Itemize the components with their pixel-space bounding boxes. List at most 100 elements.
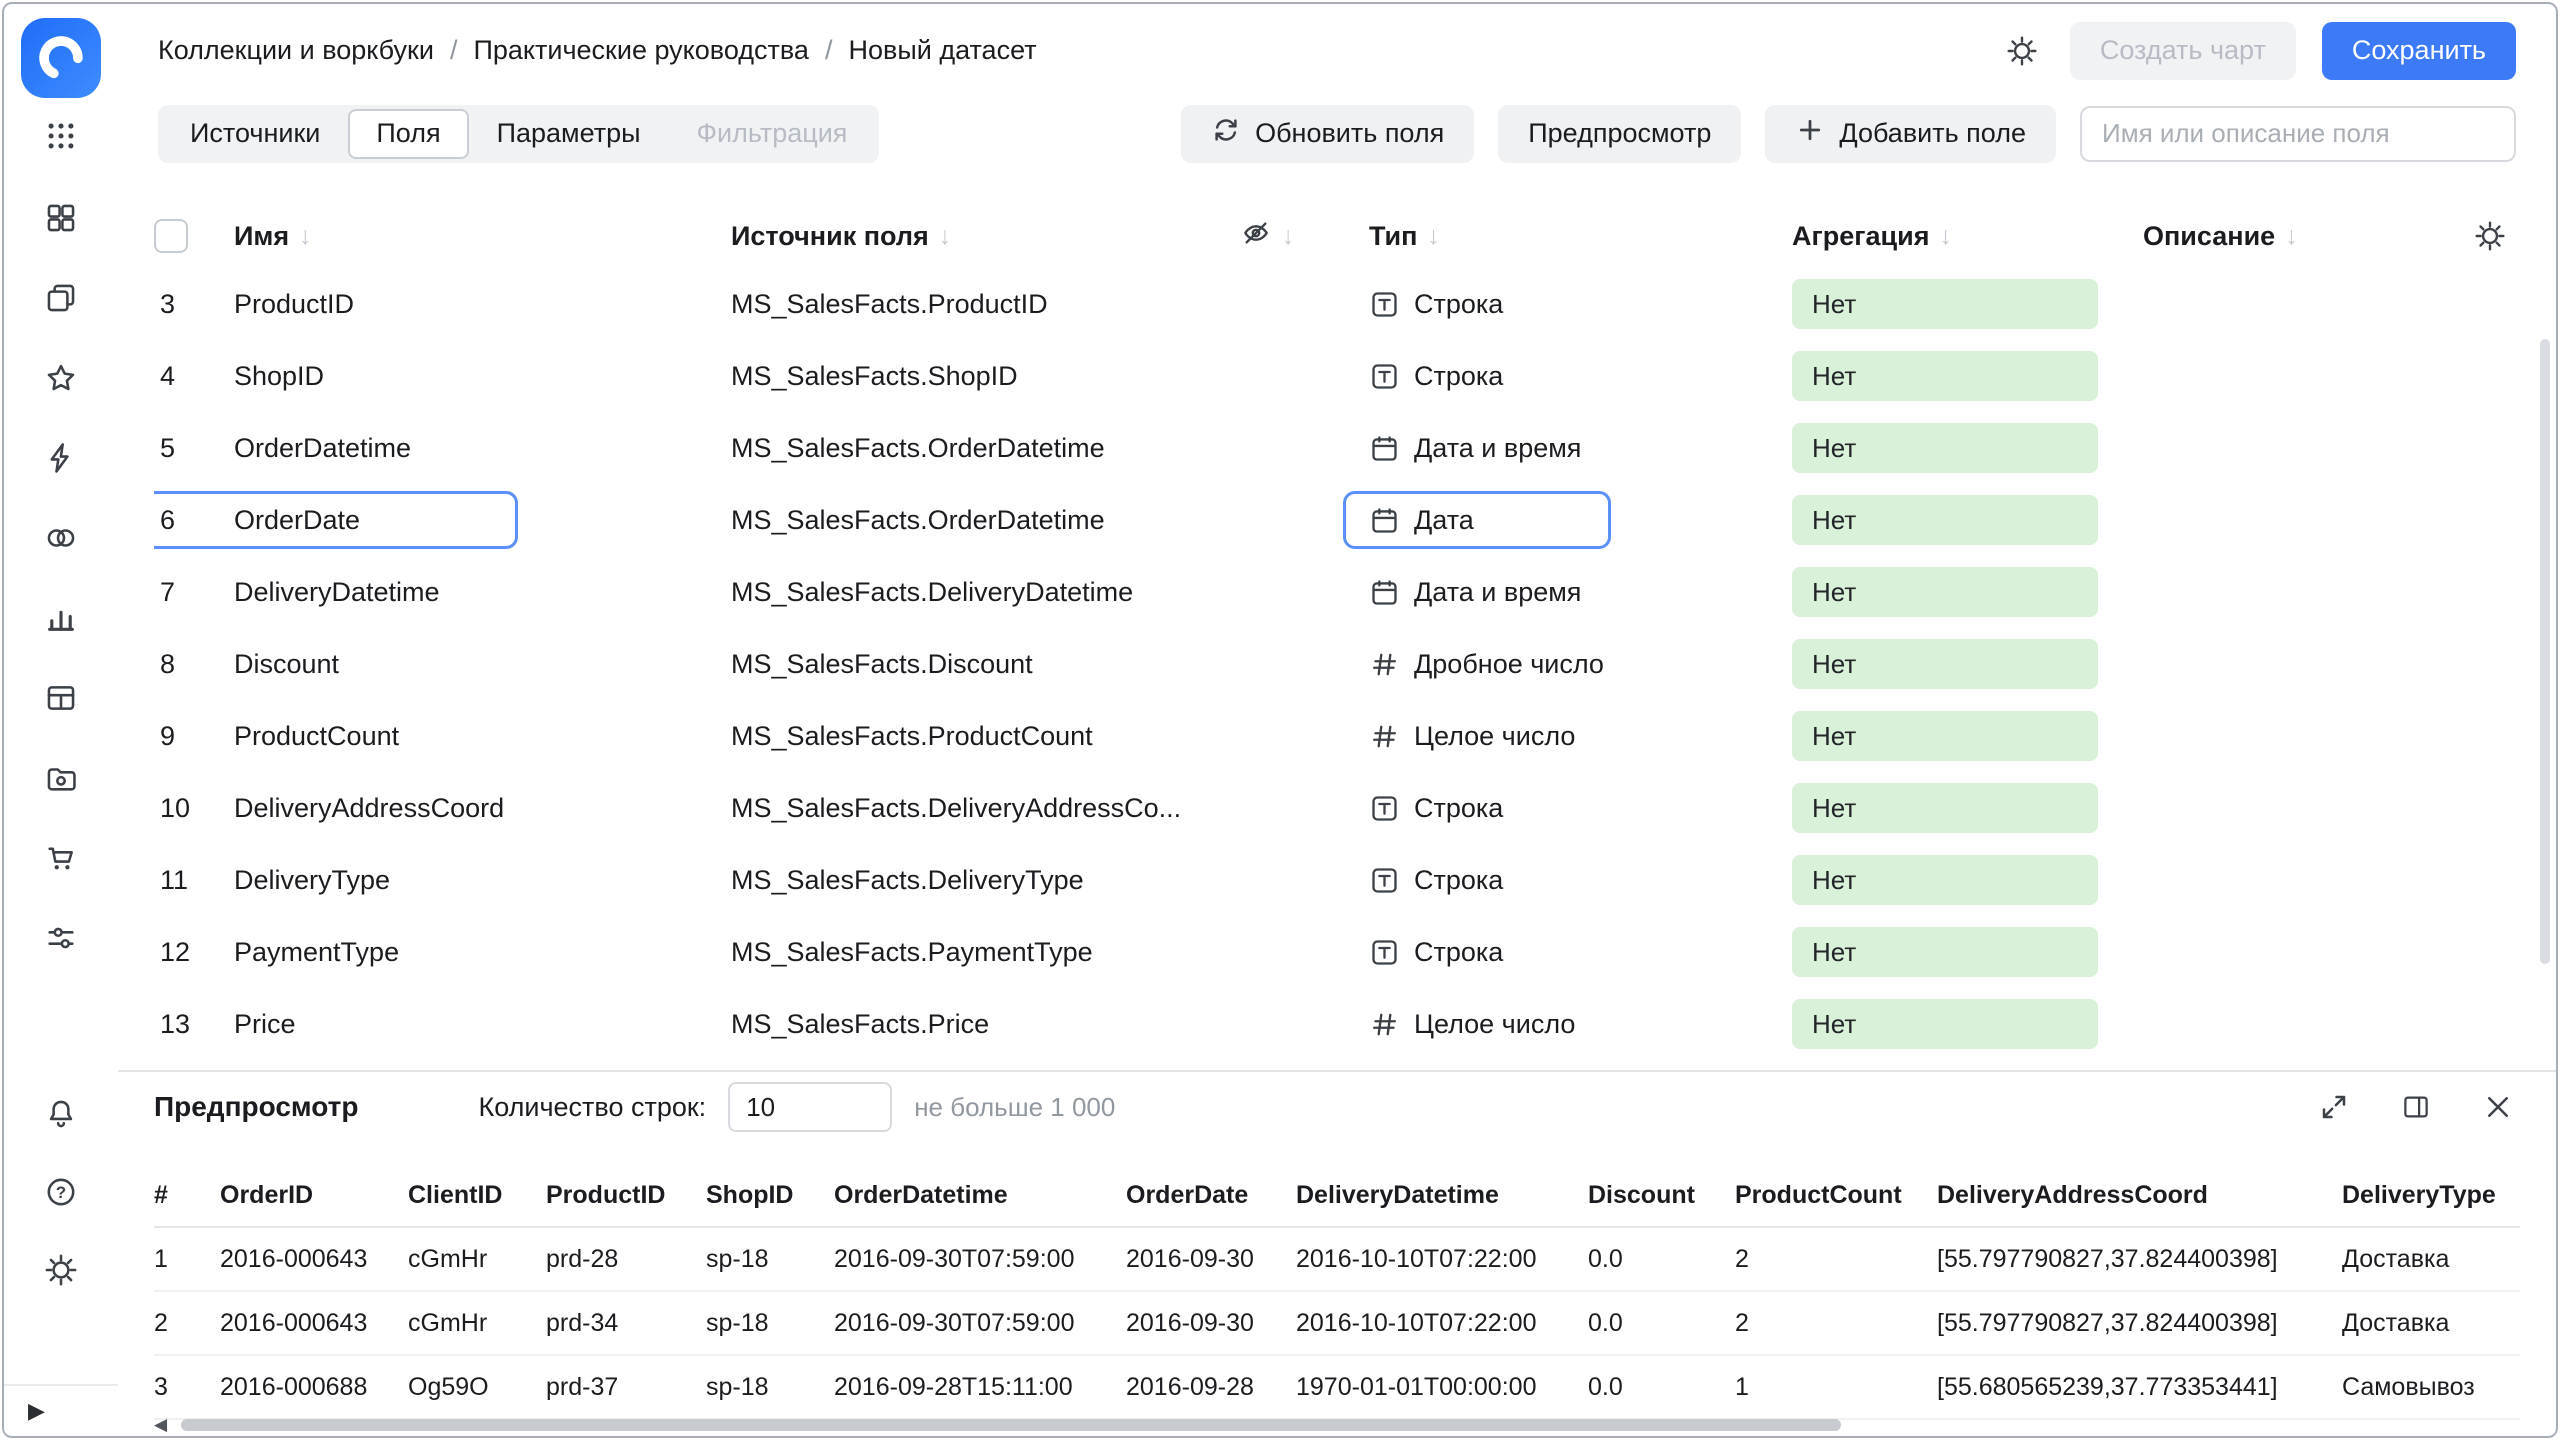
field-source[interactable]: MS_SalesFacts.DeliveryAddressCo... xyxy=(731,793,1240,824)
gallery-icon[interactable] xyxy=(43,760,79,796)
aggregation-select[interactable]: Нет xyxy=(1792,711,2098,761)
scroll-left-icon[interactable]: ◀ xyxy=(154,1415,167,1435)
sort-icon[interactable]: ↓ xyxy=(1282,222,1295,251)
column-header-type[interactable]: Тип↓ xyxy=(1369,221,1792,252)
field-name[interactable]: OrderDatetime xyxy=(214,433,731,464)
field-type[interactable]: Дата и время xyxy=(1369,577,1792,608)
column-header-visibility[interactable]: ↓ xyxy=(1240,217,1369,256)
column-header-source[interactable]: Источник поля↓ xyxy=(731,221,1240,252)
sort-icon[interactable]: ↓ xyxy=(1427,222,1440,251)
tab-sources[interactable]: Источники xyxy=(162,109,348,159)
field-source[interactable]: MS_SalesFacts.ProductCount xyxy=(731,721,1240,752)
tab-fields[interactable]: Поля xyxy=(348,109,468,159)
settings-gear-icon[interactable] xyxy=(43,1252,79,1288)
field-source[interactable]: MS_SalesFacts.OrderDatetime xyxy=(731,433,1240,464)
field-source[interactable]: MS_SalesFacts.OrderDatetime xyxy=(731,505,1240,536)
field-type[interactable]: Строка xyxy=(1369,289,1792,320)
field-name[interactable]: ShopID xyxy=(214,361,731,392)
preview-cell: 2016-10-10T07:22:00 xyxy=(1296,1245,1588,1274)
workbooks-icon[interactable] xyxy=(43,280,79,316)
notifications-bell-icon[interactable] xyxy=(43,1096,79,1132)
field-search-input[interactable] xyxy=(2080,106,2516,162)
field-source[interactable]: MS_SalesFacts.ProductID xyxy=(731,289,1240,320)
aggregation-select[interactable]: Нет xyxy=(1792,351,2098,401)
tab-parameters[interactable]: Параметры xyxy=(469,109,669,159)
aggregation-select[interactable]: Нет xyxy=(1792,783,2098,833)
field-name[interactable]: PaymentType xyxy=(214,937,731,968)
field-type-label: Строка xyxy=(1414,793,1503,824)
dataset-settings-gear-icon[interactable] xyxy=(2000,29,2044,73)
help-icon[interactable]: ? xyxy=(43,1174,79,1210)
services-icon[interactable] xyxy=(43,920,79,956)
field-name[interactable]: DeliveryDatetime xyxy=(214,577,731,608)
apps-grid-icon[interactable] xyxy=(43,118,79,154)
aggregation-select[interactable]: Нет xyxy=(1792,567,2098,617)
horizontal-scrollbar-thumb[interactable] xyxy=(181,1419,1841,1431)
refresh-fields-button[interactable]: Обновить поля xyxy=(1181,105,1474,163)
field-name[interactable]: DeliveryType xyxy=(214,865,731,896)
column-header-aggregation[interactable]: Агрегация↓ xyxy=(1792,221,2143,252)
field-name[interactable]: OrderDate xyxy=(214,505,731,536)
expand-sidebar-icon[interactable]: ▶ xyxy=(28,1398,45,1424)
aggregation-select[interactable]: Нет xyxy=(1792,279,2098,329)
field-source[interactable]: MS_SalesFacts.Price xyxy=(731,1009,1240,1040)
aggregation-select[interactable]: Нет xyxy=(1792,423,2098,473)
sort-icon[interactable]: ↓ xyxy=(1939,222,1952,251)
sort-icon[interactable]: ↓ xyxy=(299,222,312,251)
field-type[interactable]: Строка xyxy=(1369,793,1792,824)
field-type[interactable]: Дата и время xyxy=(1369,433,1792,464)
create-chart-button[interactable]: Создать чарт xyxy=(2070,22,2296,80)
save-button[interactable]: Сохранить xyxy=(2322,22,2516,80)
field-name[interactable]: DeliveryAddressCoord xyxy=(214,793,731,824)
breadcrumb-item[interactable]: Практические руководства xyxy=(473,35,808,66)
field-aggregation: Нет xyxy=(1792,495,2143,545)
field-name[interactable]: ProductCount xyxy=(214,721,731,752)
datalens-logo[interactable] xyxy=(21,18,101,98)
field-type[interactable]: Строка xyxy=(1369,865,1792,896)
charts-icon[interactable] xyxy=(43,600,79,636)
field-type-label: Дата и время xyxy=(1414,577,1581,608)
preview-column-header: DeliveryType xyxy=(2342,1181,2520,1210)
sort-icon[interactable]: ↓ xyxy=(2285,222,2298,251)
add-field-button[interactable]: Добавить поле xyxy=(1765,105,2056,163)
field-source[interactable]: MS_SalesFacts.DeliveryDatetime xyxy=(731,577,1240,608)
close-preview-icon[interactable] xyxy=(2476,1085,2520,1129)
field-source[interactable]: MS_SalesFacts.PaymentType xyxy=(731,937,1240,968)
dock-panel-icon[interactable] xyxy=(2394,1085,2438,1129)
field-type[interactable]: Дробное число xyxy=(1369,649,1792,680)
favorites-icon[interactable] xyxy=(43,360,79,396)
column-header-name[interactable]: Имя↓ xyxy=(214,221,731,252)
field-name[interactable]: ProductID xyxy=(214,289,731,320)
breadcrumb-item[interactable]: Коллекции и воркбуки xyxy=(158,35,434,66)
field-type[interactable]: Дата xyxy=(1369,505,1792,536)
vertical-scrollbar-thumb[interactable] xyxy=(2540,339,2550,964)
field-name[interactable]: Price xyxy=(214,1009,731,1040)
aggregation-select[interactable]: Нет xyxy=(1792,639,2098,689)
table-settings-gear-icon[interactable] xyxy=(2468,214,2512,258)
select-all-checkbox[interactable] xyxy=(154,219,188,253)
field-type[interactable]: Целое число xyxy=(1369,721,1792,752)
field-type[interactable]: Строка xyxy=(1369,361,1792,392)
field-type[interactable]: Строка xyxy=(1369,937,1792,968)
connections-icon[interactable] xyxy=(43,440,79,476)
dashboards-icon[interactable] xyxy=(43,200,79,236)
field-source[interactable]: MS_SalesFacts.DeliveryType xyxy=(731,865,1240,896)
tables-icon[interactable] xyxy=(43,680,79,716)
field-source[interactable]: MS_SalesFacts.Discount xyxy=(731,649,1240,680)
column-header-description[interactable]: Описание↓ xyxy=(2143,221,2298,252)
preview-button[interactable]: Предпросмотр xyxy=(1498,105,1741,163)
field-source[interactable]: MS_SalesFacts.ShopID xyxy=(731,361,1240,392)
marketplace-icon[interactable] xyxy=(43,840,79,876)
field-type[interactable]: Целое число xyxy=(1369,1009,1792,1040)
datasets-icon[interactable] xyxy=(43,520,79,556)
aggregation-select[interactable]: Нет xyxy=(1792,927,2098,977)
text-icon xyxy=(1369,793,1400,824)
row-count-input[interactable] xyxy=(728,1082,892,1132)
field-aggregation: Нет xyxy=(1792,279,2143,329)
sort-icon[interactable]: ↓ xyxy=(939,222,952,251)
aggregation-select[interactable]: Нет xyxy=(1792,999,2098,1049)
aggregation-select[interactable]: Нет xyxy=(1792,855,2098,905)
expand-preview-icon[interactable] xyxy=(2312,1085,2356,1129)
field-name[interactable]: Discount xyxy=(214,649,731,680)
aggregation-select[interactable]: Нет xyxy=(1792,495,2098,545)
